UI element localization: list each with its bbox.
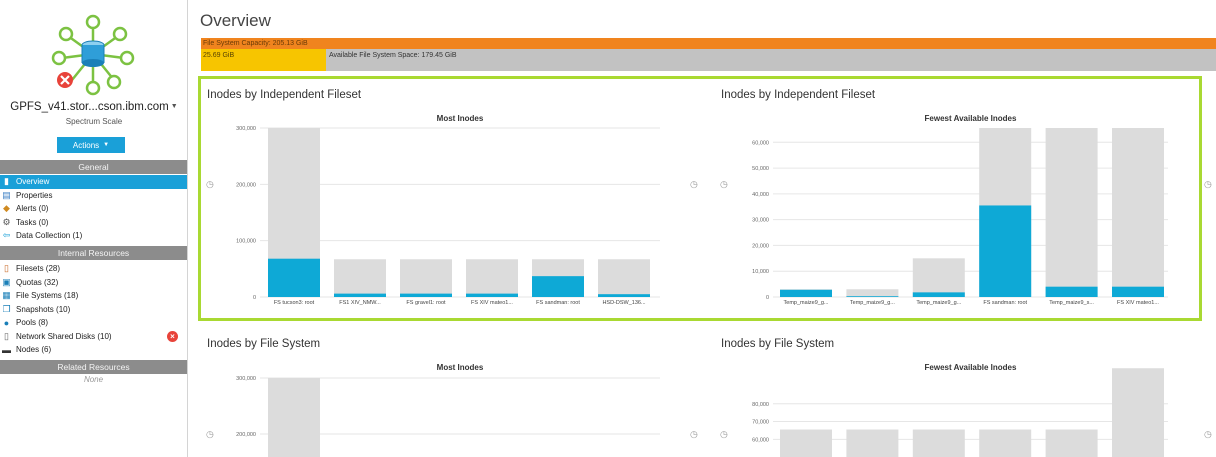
bar-total xyxy=(979,429,1032,457)
y-tick-label: 30,000 xyxy=(752,218,769,224)
bar-total xyxy=(846,429,899,457)
y-tick-label: 80,000 xyxy=(752,402,769,408)
bar-total xyxy=(268,378,320,457)
y-tick-label: 60,000 xyxy=(752,437,769,443)
bar-total xyxy=(912,258,965,297)
bar-used xyxy=(912,292,965,297)
y-tick-label: 0 xyxy=(766,295,769,301)
bar-total xyxy=(912,429,965,457)
y-tick-label: 40,000 xyxy=(752,192,769,198)
y-tick-label: 50,000 xyxy=(752,166,769,172)
y-tick-label: 200,000 xyxy=(236,432,256,438)
bar-total xyxy=(466,259,518,297)
x-tick-label: FS sandman: root xyxy=(536,300,580,306)
y-tick-label: 70,000 xyxy=(752,420,769,426)
x-tick-label: Temp_maize9_g... xyxy=(916,300,961,306)
x-tick-label: FS sandman: root xyxy=(983,300,1027,306)
bar-used xyxy=(979,205,1032,297)
x-tick-label: FS1 XIV_NMW... xyxy=(339,300,381,306)
y-tick-label: 100,000 xyxy=(236,239,256,245)
bar-total xyxy=(400,259,452,297)
chart-c3: 200,000 300,000 xyxy=(236,376,660,457)
chart-fileset-most-inodes: 0 100,000 200,000 300,000 FS tucson3: root FS… xyxy=(236,126,1168,457)
bar-total xyxy=(1045,128,1098,297)
bar-total xyxy=(598,259,650,297)
bar-used xyxy=(598,294,650,297)
bar-used xyxy=(400,293,452,297)
y-tick-label: 10,000 xyxy=(752,269,769,275)
bar-used xyxy=(1045,286,1098,297)
bar-total xyxy=(780,429,832,457)
x-tick-label: HSD-DSW_136... xyxy=(602,300,646,306)
bar-used xyxy=(846,296,899,297)
bar-total xyxy=(846,289,899,297)
x-tick-label: Temp_maize9_g... xyxy=(784,300,829,306)
bar-used xyxy=(1112,286,1164,297)
bar-used xyxy=(780,289,832,297)
bar-used xyxy=(466,293,518,297)
x-tick-label: FS XIV mateo1... xyxy=(1117,300,1159,306)
x-tick-label: FS XIV mateo1... xyxy=(471,300,513,306)
y-tick-label: 200,000 xyxy=(236,182,256,188)
bar-used xyxy=(268,258,320,297)
y-tick-label: 0 xyxy=(253,295,256,301)
y-tick-label: 300,000 xyxy=(236,126,256,132)
bar-total xyxy=(334,259,386,297)
chart-c2: 0 10,000 20,000 30,000 40,000 50,000 60,000 Tem… xyxy=(752,128,1168,306)
bar-used xyxy=(334,293,386,297)
chart-c4: 60,000 70,000 80,000 xyxy=(752,368,1168,457)
x-tick-label: Temp_maize9_g... xyxy=(850,300,895,306)
y-tick-label: 20,000 xyxy=(752,243,769,249)
bar-total xyxy=(1045,429,1098,457)
x-tick-label: FS tucson3: root xyxy=(274,300,315,306)
x-tick-label: Temp_maize9_s... xyxy=(1049,300,1094,306)
bar-total xyxy=(1112,128,1164,297)
x-tick-label: FS gravel1: root xyxy=(406,300,446,306)
y-tick-label: 300,000 xyxy=(236,376,256,382)
bar-used xyxy=(532,276,584,297)
y-tick-label: 60,000 xyxy=(752,140,769,146)
chart-c1: 0 100,000 200,000 300,000 FS tucson3: root FS… xyxy=(236,126,660,306)
bar-total xyxy=(1112,368,1164,457)
